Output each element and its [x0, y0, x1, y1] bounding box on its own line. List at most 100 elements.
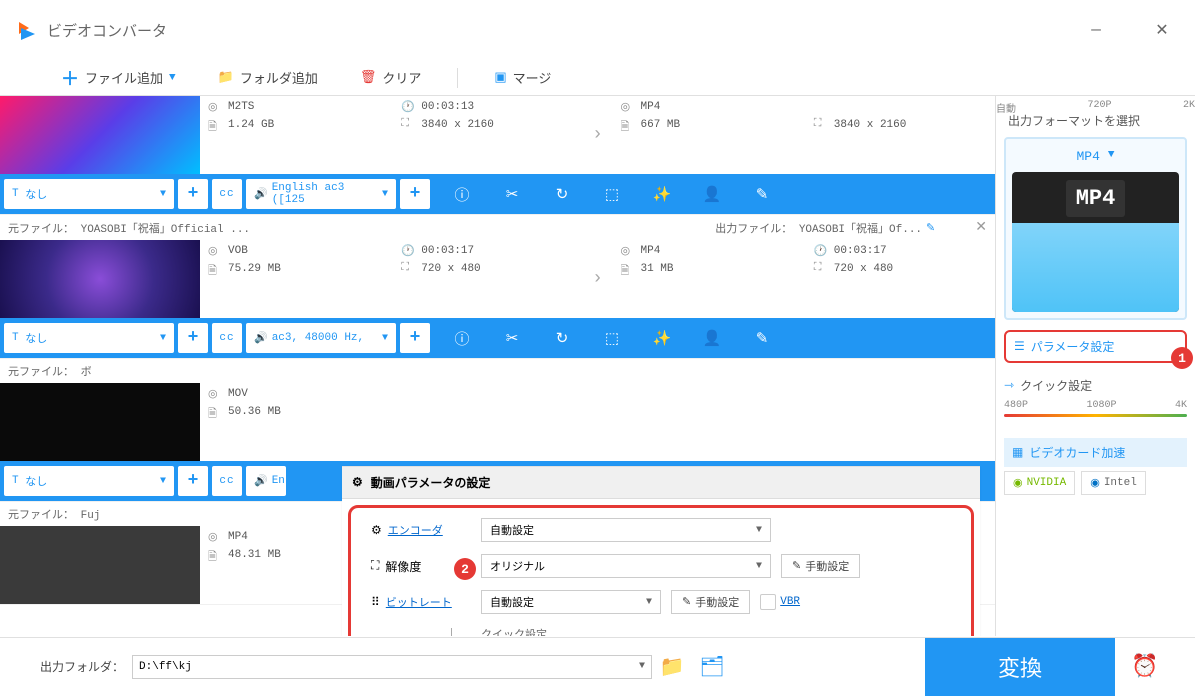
- text-icon: T: [12, 475, 19, 487]
- add-folder-button[interactable]: 📁 フォルダ追加: [212, 64, 324, 91]
- speaker-icon: 🔊: [254, 474, 268, 488]
- vbr-checkbox[interactable]: [760, 594, 776, 610]
- dst-res: 3840 x 2160: [834, 119, 907, 131]
- audio-value: ac3, 48000 Hz,: [272, 332, 364, 344]
- browse-folder-button[interactable]: 📁: [652, 647, 692, 687]
- gear-icon: ⚙: [371, 523, 382, 538]
- close-button[interactable]: ✕: [1144, 12, 1180, 48]
- add-audio-button[interactable]: +: [400, 323, 430, 353]
- cc-button[interactable]: cc: [212, 179, 242, 209]
- resolution-dropdown[interactable]: オリジナル▼: [481, 554, 771, 578]
- open-folder-button[interactable]: 🗂: [692, 647, 732, 687]
- resolution-icon: ⛶: [814, 262, 828, 276]
- resolution-icon: ⛶: [371, 559, 379, 573]
- rename-icon[interactable]: ✎: [926, 221, 935, 235]
- effects-tool[interactable]: ✨: [642, 323, 682, 353]
- resolution-icon: ⛶: [401, 262, 415, 276]
- src-format: VOB: [228, 245, 248, 257]
- footer-bar: 出力フォルダ： D:\ff\kj▼ 📁 🗂 変換 ⏰: [0, 637, 1195, 695]
- subtitle-dropdown[interactable]: T なし▼: [4, 179, 174, 209]
- add-subtitle-button[interactable]: +: [178, 323, 208, 353]
- arrow-right-icon: ›: [583, 240, 613, 318]
- right-sidebar: 出力フォーマットを選択 MP4▼ MP4 ☰ パラメータ設定 1 ⇾クイック設定…: [995, 96, 1195, 636]
- vbr-label[interactable]: VBR: [780, 596, 800, 608]
- schedule-button[interactable]: ⏰: [1115, 654, 1175, 680]
- video-params-popup: ⚙ 動画パラメータの設定 2 ⚙エンコーダ 自動設定▼ ⛶解像度 オリジナル▼ …: [342, 466, 980, 636]
- add-audio-button[interactable]: +: [400, 179, 430, 209]
- bitrate-dropdown[interactable]: 自動設定▼: [481, 590, 661, 614]
- watermark-tool[interactable]: 👤: [692, 323, 732, 353]
- file-icon: 🗎: [208, 262, 222, 276]
- rotate-tool[interactable]: ↻: [542, 323, 582, 353]
- bitrate-label[interactable]: ビットレート: [386, 594, 452, 610]
- clock-icon: 🕐: [401, 244, 415, 258]
- titlebar: ビデオコンバータ — ✕: [0, 0, 1195, 60]
- format-label: MP4: [1076, 149, 1099, 164]
- plus-icon: ＋: [61, 65, 79, 91]
- subtitle-dropdown[interactable]: T なし▼: [4, 323, 174, 353]
- thumbnail[interactable]: [0, 526, 200, 604]
- subtitle-value: なし: [25, 473, 47, 489]
- disc-icon: ◎: [208, 387, 222, 401]
- minimize-button[interactable]: —: [1078, 12, 1114, 48]
- convert-button[interactable]: 変換: [925, 638, 1115, 696]
- parameter-settings-button[interactable]: ☰ パラメータ設定 1: [1004, 330, 1187, 363]
- audio-dropdown[interactable]: 🔊ac3, 48000 Hz,▼: [246, 323, 396, 353]
- output-folder-label: 出力フォルダ：: [40, 658, 124, 675]
- bitrate-manual-button[interactable]: ✎手動設定: [671, 590, 750, 614]
- src-res: 3840 x 2160: [421, 119, 494, 131]
- chevron-right-icon: ⇾: [1004, 378, 1014, 393]
- audio-dropdown[interactable]: 🔊English ac3 ([125▼: [246, 179, 396, 209]
- chevron-down-icon: ▼: [1108, 149, 1115, 164]
- remove-file-button[interactable]: ✕: [975, 219, 987, 236]
- intel-badge: ◉Intel: [1081, 471, 1146, 495]
- dst-format: MP4: [641, 245, 661, 257]
- add-file-label: ファイル追加: [85, 68, 163, 87]
- encoder-label[interactable]: エンコーダ: [388, 522, 443, 538]
- file-icon: 🗎: [208, 118, 222, 132]
- info-tool[interactable]: ⓘ: [442, 323, 482, 353]
- file-icon: 🗎: [208, 405, 222, 419]
- popup-title: 動画パラメータの設定: [371, 474, 491, 491]
- thumbnail[interactable]: [0, 96, 200, 174]
- src-size: 48.31 MB: [228, 549, 281, 561]
- file-icon: 🗎: [208, 548, 222, 562]
- arrow-right-icon: ›: [583, 96, 613, 174]
- add-subtitle-button[interactable]: +: [178, 179, 208, 209]
- src-filename: 元ファイル： Fuj: [8, 506, 100, 522]
- output-format-selector[interactable]: MP4▼ MP4: [1004, 137, 1187, 320]
- resolution-manual-button[interactable]: ✎手動設定: [781, 554, 860, 578]
- add-subtitle-button[interactable]: +: [178, 466, 208, 496]
- merge-button[interactable]: ▣ マージ: [488, 64, 557, 91]
- output-folder-input[interactable]: D:\ff\kj▼: [132, 655, 652, 679]
- resolution-icon: ⛶: [814, 118, 828, 132]
- quick-resolution-slider[interactable]: 480P 1080P 4K: [1004, 400, 1187, 424]
- cc-button[interactable]: cc: [212, 466, 242, 496]
- info-tool[interactable]: ⓘ: [442, 179, 482, 209]
- crop-tool[interactable]: ⬚: [592, 323, 632, 353]
- cut-tool[interactable]: ✂: [492, 323, 532, 353]
- subtitle-value: なし: [25, 186, 47, 202]
- merge-icon: ▣: [494, 70, 506, 85]
- audio-dropdown[interactable]: 🔊En: [246, 466, 286, 496]
- thumbnail[interactable]: [0, 383, 200, 461]
- crop-tool[interactable]: ⬚: [592, 179, 632, 209]
- edit-tool[interactable]: ✎: [742, 323, 782, 353]
- dst-size: 667 MB: [641, 119, 681, 131]
- watermark-tool[interactable]: 👤: [692, 179, 732, 209]
- cut-tool[interactable]: ✂: [492, 179, 532, 209]
- clear-button[interactable]: 🗑 クリア: [354, 64, 428, 91]
- dst-filename: 出力ファイル： YOASOBI「祝福」Of...: [715, 220, 922, 236]
- edit-tool[interactable]: ✎: [742, 179, 782, 209]
- thumbnail[interactable]: [0, 240, 200, 318]
- cc-button[interactable]: cc: [212, 323, 242, 353]
- disc-icon: ◎: [621, 100, 635, 114]
- effects-tool[interactable]: ✨: [642, 179, 682, 209]
- subtitle-dropdown[interactable]: T なし▼: [4, 466, 174, 496]
- gpu-accel-toggle[interactable]: ▦ビデオカード加速: [1004, 438, 1187, 467]
- trash-icon: 🗑: [360, 70, 377, 85]
- add-file-button[interactable]: ＋ ファイル追加 ▼: [55, 61, 182, 95]
- encoder-dropdown[interactable]: 自動設定▼: [481, 518, 771, 542]
- src-filename: 元ファイル： ボ: [8, 363, 92, 379]
- rotate-tool[interactable]: ↻: [542, 179, 582, 209]
